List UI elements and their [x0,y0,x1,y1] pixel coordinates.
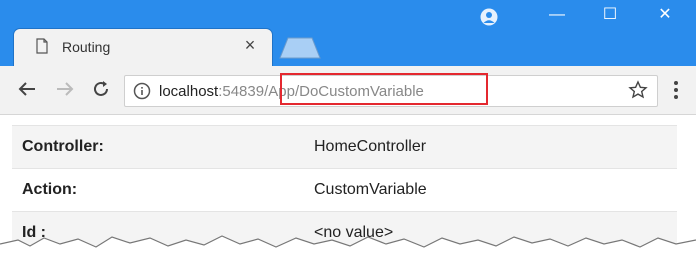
close-window-button[interactable]: ✕ [640,0,690,30]
bookmark-star-icon[interactable] [628,80,648,100]
reload-icon[interactable] [90,78,112,100]
tab-title: Routing [62,39,111,55]
menu-dots-icon[interactable] [666,78,686,102]
info-icon[interactable] [133,82,151,100]
minimize-button[interactable]: — [532,0,582,30]
maximize-button[interactable]: ☐ [585,0,635,30]
table-row: Action: CustomVariable [12,168,677,212]
tab-routing[interactable]: Routing × [14,29,272,66]
table-row: Controller: HomeController [12,125,677,169]
back-arrow-icon[interactable] [16,78,38,100]
route-value: CustomVariable [304,168,677,212]
torn-edge [0,235,696,262]
url-path-highlight [280,73,488,105]
browser-window: Routing × — ☐ ✕ localhost:54839/App/DoCu… [0,0,696,262]
url-port: :54839 [218,83,265,100]
route-value: HomeController [304,125,677,169]
document-icon [36,38,48,54]
url-host: localhost [159,83,219,100]
new-tab-button[interactable] [279,37,321,59]
route-key: Action: [12,168,304,212]
route-key: Controller: [12,125,304,169]
title-bar: Routing × — ☐ ✕ [0,0,696,66]
forward-arrow-icon[interactable] [54,78,76,100]
tab-close-icon[interactable]: × [240,35,260,55]
profile-icon[interactable] [480,8,498,26]
